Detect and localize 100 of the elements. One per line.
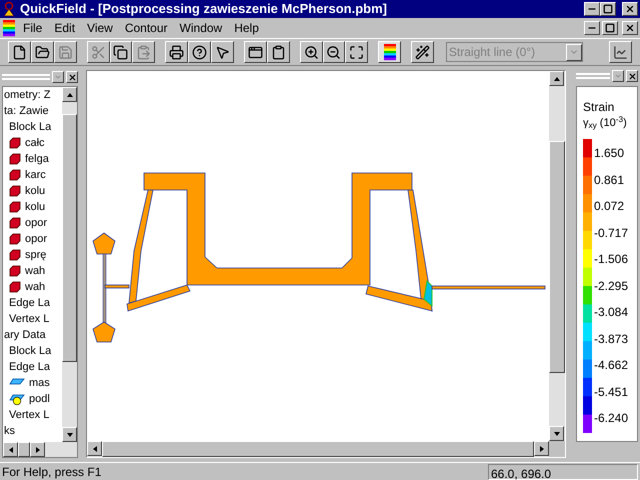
scroll-down-button[interactable]: [549, 426, 564, 441]
vertical-scrollbar[interactable]: [549, 71, 565, 441]
legend-value: -5.451: [594, 384, 628, 400]
scroll-right-button[interactable]: [534, 441, 549, 456]
scroll-thumb[interactable]: [549, 141, 565, 373]
menu-item[interactable]: File: [18, 19, 48, 37]
tree-item[interactable]: kolu: [25, 183, 46, 199]
help-icon: [192, 44, 208, 60]
context-help-button[interactable]: [211, 41, 234, 63]
copy-icon: [113, 44, 128, 60]
cube-icon: [9, 201, 21, 213]
menu-item[interactable]: Help: [229, 19, 264, 37]
windows-icon: [248, 44, 263, 60]
open-button[interactable]: [30, 41, 54, 63]
windows-button[interactable]: [244, 41, 267, 63]
tree-item[interactable]: mas: [29, 375, 50, 391]
scroll-left-button[interactable]: [87, 441, 102, 456]
close-icon: [628, 72, 636, 80]
legend-value: 1.650: [594, 145, 626, 161]
tree-item[interactable]: Vertex L: [9, 311, 50, 327]
tree-item[interactable]: wah: [25, 279, 46, 295]
tree-item[interactable]: Block La: [9, 343, 52, 359]
wand-icon: [415, 44, 430, 60]
menu-item[interactable]: Contour: [120, 19, 173, 37]
chart-icon: [613, 44, 628, 60]
tree-item[interactable]: ary Data: [4, 327, 46, 343]
caret-icon: [54, 73, 62, 81]
zoom-out-icon: [326, 44, 342, 60]
document-icon: [2, 19, 16, 37]
restore-button[interactable]: [602, 21, 618, 35]
app-icon: [2, 1, 16, 17]
scroll-thumb[interactable]: [62, 114, 77, 362]
tree-item[interactable]: kolu: [25, 199, 46, 215]
clipboard-button[interactable]: [266, 41, 290, 63]
tree-item[interactable]: podl: [29, 391, 50, 407]
window-title: QuickField - [Postprocessing zawieszenie McPherson.pbm]: [20, 0, 388, 18]
scroll-up-button[interactable]: [62, 87, 77, 102]
color-map-button[interactable]: [378, 41, 402, 63]
zoom-out-button[interactable]: [322, 41, 346, 63]
tree-item[interactable]: karc: [25, 167, 46, 183]
tree-item[interactable]: opor: [25, 215, 48, 231]
minimize-button[interactable]: [584, 21, 600, 35]
menu-item[interactable]: View: [82, 19, 118, 37]
new-button[interactable]: [8, 41, 31, 63]
minimize-button[interactable]: [584, 2, 600, 16]
tree-item[interactable]: ta: Zawie: [4, 103, 49, 119]
wand-button[interactable]: [411, 41, 434, 63]
print-button[interactable]: [165, 41, 188, 63]
tree-item[interactable]: ometry: Z: [4, 87, 50, 103]
scroll-down-button[interactable]: [62, 427, 77, 442]
tree-item[interactable]: Block La: [9, 119, 52, 135]
tree-item[interactable]: wah: [25, 263, 46, 279]
tree-item[interactable]: Edge La: [9, 295, 50, 311]
close-button[interactable]: [622, 21, 638, 35]
status-message: For Help, press F1: [2, 464, 102, 480]
zoom-in-button[interactable]: [300, 41, 322, 63]
menu-item[interactable]: Edit: [49, 19, 80, 37]
panel-menu-button[interactable]: [612, 70, 624, 82]
legend-value: -3.873: [594, 330, 628, 346]
cube-icon: [9, 249, 21, 261]
cube-icon: [9, 169, 21, 181]
tree-item[interactable]: ks: [4, 423, 15, 439]
cube-icon: [9, 217, 21, 229]
panel-grip[interactable]: [2, 74, 50, 80]
legend-value: -6.240: [594, 410, 628, 426]
close-button[interactable]: [622, 2, 638, 16]
legend-quantity: γ$_{xy}$ (10$^{-3}$): [583, 115, 628, 131]
restore-button[interactable]: [600, 2, 616, 16]
caret-icon: [614, 72, 622, 80]
tree-item[interactable]: całc: [25, 135, 45, 151]
chart-button[interactable]: [609, 41, 632, 63]
menu-item[interactable]: Window: [174, 19, 228, 37]
vertical-scrollbar[interactable]: [62, 87, 77, 442]
panel-close-button[interactable]: [66, 71, 78, 83]
panel-close-button[interactable]: [626, 70, 638, 82]
panel-menu-button[interactable]: [52, 71, 64, 83]
scroll-left-button[interactable]: [3, 442, 18, 457]
tree-item[interactable]: felga: [25, 151, 49, 167]
new-file-icon: [12, 44, 27, 60]
close-icon: [625, 23, 635, 33]
legend-value: -0.717: [594, 224, 628, 240]
tree-item[interactable]: opor: [25, 231, 48, 247]
tree-item[interactable]: Vertex L: [9, 407, 50, 423]
panel-grip[interactable]: [576, 73, 610, 79]
tree-item[interactable]: sprę: [25, 247, 46, 263]
legend-value: -1.506: [594, 251, 628, 267]
scroll-right-button[interactable]: [30, 442, 45, 457]
scroll-up-button[interactable]: [549, 71, 564, 86]
scroll-thumb[interactable]: [102, 441, 534, 457]
color-map-icon: [382, 43, 397, 61]
tree-item[interactable]: Edge La: [9, 359, 50, 375]
legend-value: -3.084: [594, 304, 628, 320]
scroll-thumb[interactable]: [18, 442, 30, 457]
cube-icon: [9, 265, 21, 277]
scrollbar-corner: [549, 441, 565, 457]
fit-button[interactable]: [345, 41, 368, 63]
cube-icon: [9, 281, 21, 293]
help-button[interactable]: [188, 41, 212, 63]
copy-button[interactable]: [110, 41, 132, 63]
legend-value: -2.295: [594, 278, 628, 294]
